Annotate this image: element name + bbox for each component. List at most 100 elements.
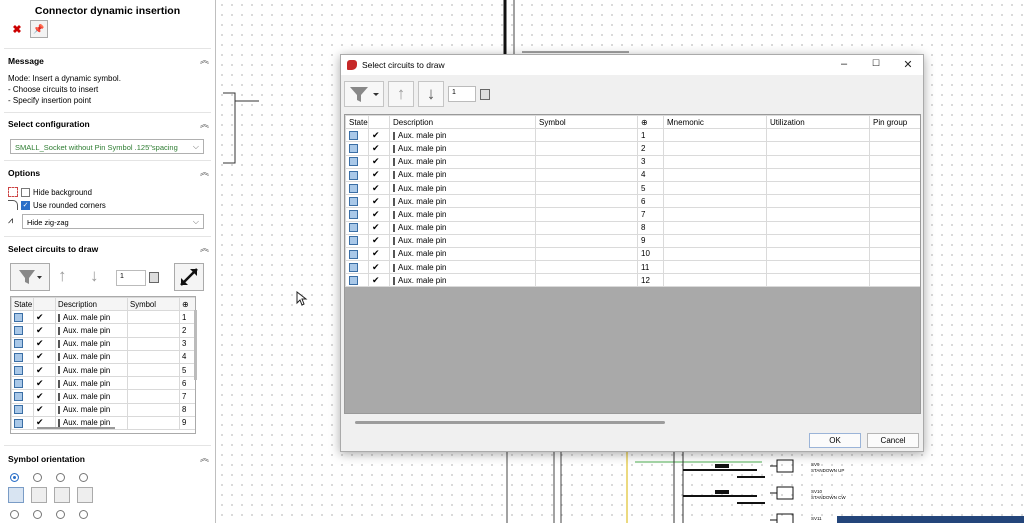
select-cell[interactable]: ✔ xyxy=(368,260,390,275)
step-spinner[interactable]: 1 xyxy=(116,270,146,286)
checkmark-icon[interactable]: ✔ xyxy=(372,262,380,272)
checkmark-icon[interactable]: ✔ xyxy=(36,391,44,401)
dialog-column-header[interactable]: Pin group xyxy=(869,115,920,130)
select-cell[interactable]: ✔ xyxy=(368,246,390,262)
close-icon[interactable]: ✕ xyxy=(899,58,917,72)
dialog-column-header[interactable]: Description xyxy=(389,115,536,130)
select-cell[interactable]: ✔ xyxy=(33,349,56,364)
checkmark-icon[interactable]: ✔ xyxy=(372,235,380,245)
mini-column-header[interactable]: Symbol xyxy=(127,297,180,312)
checkmark-icon[interactable]: ✔ xyxy=(36,338,44,348)
checkmark-icon[interactable]: ✔ xyxy=(372,275,380,285)
orientation-radio[interactable] xyxy=(56,510,65,519)
move-down-icon[interactable]: ↓ xyxy=(90,266,99,286)
table-row[interactable]: ✔ Aux. male pin 12 xyxy=(345,273,920,288)
table-row[interactable]: ✔ Aux. male pin 7 xyxy=(345,207,920,222)
rounded-corners-option[interactable]: ✓ Use rounded corners xyxy=(8,200,106,210)
select-cell[interactable]: ✔ xyxy=(368,128,390,143)
dialog-column-header[interactable]: Mnemonic xyxy=(663,115,767,130)
select-cell[interactable]: ✔ xyxy=(33,376,56,391)
table-row[interactable]: ✔ Aux. male pin 4 xyxy=(11,349,195,364)
mini-scrollbar[interactable] xyxy=(37,427,115,429)
orientation-radio[interactable] xyxy=(33,510,42,519)
checkmark-icon[interactable]: ✔ xyxy=(36,365,44,375)
orientation-right-icon[interactable] xyxy=(8,487,24,503)
checkmark-icon[interactable]: ✔ xyxy=(36,312,44,322)
circuits-mini-table[interactable]: State Description Symbol ⊕ ✔ Aux. male pin 1 ✔… xyxy=(10,296,196,434)
zigzag-select[interactable]: Hide zig-zag ⌵ xyxy=(22,214,204,229)
dialog-column-header[interactable]: Utilization xyxy=(766,115,870,130)
dialog-column-header[interactable]: ⊕ xyxy=(637,115,664,130)
mini-column-header[interactable] xyxy=(33,297,56,312)
checkmark-icon[interactable]: ✔ xyxy=(36,378,44,388)
orientation-radio[interactable] xyxy=(10,510,19,519)
checkmark-icon[interactable]: ✔ xyxy=(36,404,44,414)
select-cell[interactable]: ✔ xyxy=(368,194,390,209)
checkmark-icon[interactable]: ✔ xyxy=(372,130,380,140)
select-cell[interactable]: ✔ xyxy=(368,141,390,156)
checkmark-icon[interactable]: ✔ xyxy=(372,222,380,232)
ok-button[interactable]: OK xyxy=(809,433,861,448)
select-cell[interactable]: ✔ xyxy=(33,336,56,351)
collapse-orientation-icon[interactable]: ︽ xyxy=(200,451,209,464)
checkmark-icon[interactable]: ✔ xyxy=(372,169,380,179)
dialog-column-header[interactable]: State xyxy=(345,115,369,130)
table-row[interactable]: ✔ Aux. male pin 7 xyxy=(11,389,195,404)
table-row[interactable]: ✔ Aux. male pin 1 xyxy=(11,310,195,325)
orientation-down-icon[interactable] xyxy=(77,487,93,503)
expand-button[interactable] xyxy=(174,263,204,291)
dialog-titlebar[interactable]: Select circuits to draw – ☐ ✕ xyxy=(341,55,923,75)
select-cell[interactable]: ✔ xyxy=(368,154,390,169)
select-cell[interactable]: ✔ xyxy=(33,402,56,417)
hide-background-option[interactable]: Hide background xyxy=(8,187,92,197)
collapse-circuits-icon[interactable]: ︽ xyxy=(200,241,209,254)
select-cell[interactable]: ✔ xyxy=(368,273,390,288)
cancel-button[interactable]: Cancel xyxy=(867,433,919,448)
select-cell[interactable]: ✔ xyxy=(33,310,56,325)
table-row[interactable]: ✔ Aux. male pin 8 xyxy=(11,402,195,417)
move-up-icon[interactable]: ↑ xyxy=(58,266,67,286)
close-icon[interactable]: ✖ xyxy=(8,20,26,38)
table-row[interactable]: ✔ Aux. male pin 10 xyxy=(345,246,920,262)
orientation-radio[interactable] xyxy=(33,473,42,482)
configuration-select[interactable]: SMALL_Socket without Pin Symbol .125"spa… xyxy=(10,139,204,154)
table-row[interactable]: ✔ Aux. male pin 6 xyxy=(11,376,195,391)
horizontal-scrollbar[interactable] xyxy=(355,421,665,424)
checkmark-icon[interactable]: ✔ xyxy=(36,351,44,361)
select-cell[interactable]: ✔ xyxy=(33,389,56,404)
table-row[interactable]: ✔ Aux. male pin 1 xyxy=(345,128,920,143)
table-row[interactable]: ✔ Aux. male pin 2 xyxy=(11,323,195,338)
orientation-radio[interactable] xyxy=(79,510,88,519)
checkmark-icon[interactable]: ✔ xyxy=(372,196,380,206)
checkmark-icon[interactable]: ✔ xyxy=(372,183,380,193)
checkmark-icon[interactable]: ✔ xyxy=(372,143,380,153)
select-cell[interactable]: ✔ xyxy=(368,167,390,182)
dialog-column-header[interactable]: Symbol xyxy=(535,115,638,130)
rounded-corners-checkbox[interactable]: ✓ xyxy=(21,200,30,210)
pin-icon[interactable]: 📌 xyxy=(30,20,48,38)
move-up-button[interactable]: ↑ xyxy=(388,81,414,107)
select-cell[interactable]: ✔ xyxy=(368,180,390,196)
collapse-configuration-icon[interactable]: ︽ xyxy=(200,117,209,130)
step-spinner[interactable]: 1 xyxy=(448,86,476,102)
panel-scrollbar[interactable] xyxy=(194,310,197,380)
checkmark-icon[interactable]: ✔ xyxy=(372,156,380,166)
select-cell[interactable]: ✔ xyxy=(368,233,390,248)
checkmark-icon[interactable]: ✔ xyxy=(36,325,44,335)
orientation-radio[interactable] xyxy=(10,473,19,482)
table-row[interactable]: ✔ Aux. male pin 11 xyxy=(345,260,920,275)
table-row[interactable]: ✔ Aux. male pin 2 xyxy=(345,141,920,156)
filter-button[interactable] xyxy=(344,81,384,107)
dialog-column-header[interactable] xyxy=(368,115,390,130)
select-cell[interactable]: ✔ xyxy=(33,323,56,338)
mini-column-header[interactable]: State xyxy=(11,297,34,312)
table-row[interactable]: ✔ Aux. male pin 6 xyxy=(345,194,920,209)
orientation-radio[interactable] xyxy=(79,473,88,482)
move-down-button[interactable]: ↓ xyxy=(418,81,444,107)
checkmark-icon[interactable]: ✔ xyxy=(372,248,380,258)
lock-icon[interactable] xyxy=(480,88,490,100)
mini-column-header[interactable]: ⊕ xyxy=(179,297,195,312)
orientation-left-icon[interactable] xyxy=(54,487,70,503)
minimize-icon[interactable]: – xyxy=(835,58,853,72)
collapse-message-icon[interactable]: ︽ xyxy=(200,53,209,66)
